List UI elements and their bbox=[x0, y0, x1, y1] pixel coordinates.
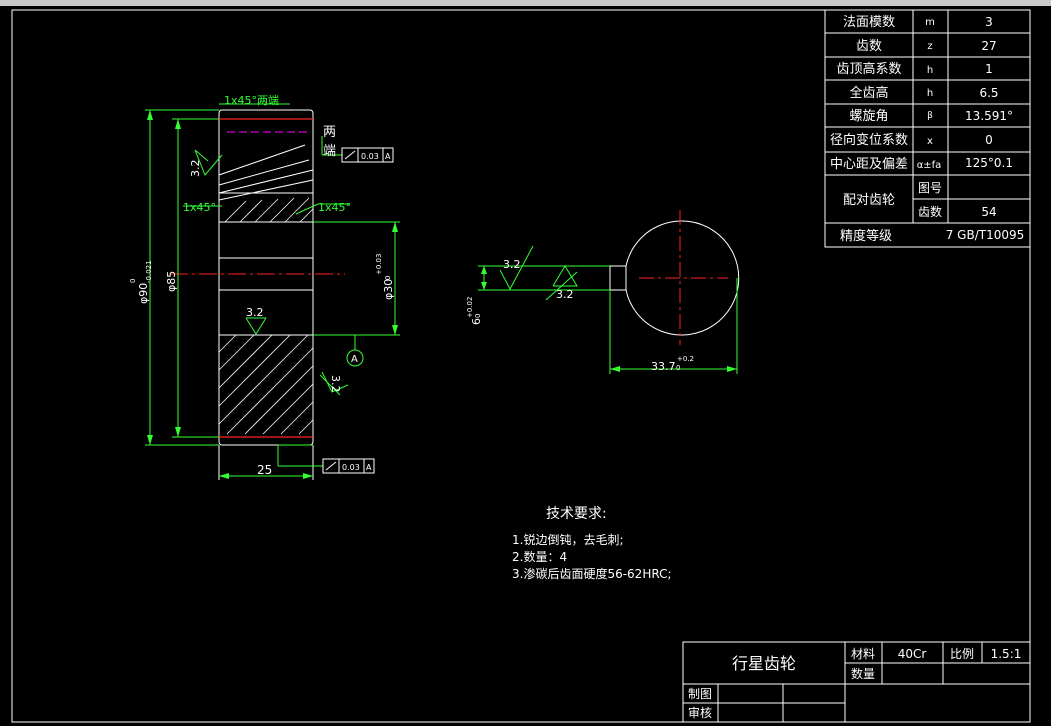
param-row-1: 齿数 z 27 bbox=[856, 39, 997, 54]
param-name: 齿顶高系数 bbox=[836, 61, 901, 77]
dimension-arrows bbox=[147, 110, 398, 479]
param-name: 径向变位系数 bbox=[830, 132, 908, 148]
dim-width: 25 bbox=[257, 463, 272, 477]
chamfer-right-label: 1x45° bbox=[318, 201, 351, 214]
accuracy-label: 精度等级 bbox=[840, 228, 892, 244]
param-symbol: m bbox=[925, 17, 935, 28]
checked-by-label: 审核 bbox=[688, 705, 712, 720]
requirements-title: 技术要求: bbox=[546, 506, 607, 522]
roughness-value: 3.2 bbox=[246, 306, 264, 319]
datum-a-label: A bbox=[351, 354, 358, 365]
param-symbol: β bbox=[927, 111, 933, 121]
param-name: 全齿高 bbox=[849, 85, 888, 101]
roughness-value: 3.2 bbox=[556, 288, 574, 301]
requirement-item: 3.渗碳后齿面硬度56-62HRC; bbox=[512, 566, 672, 581]
param-row-0: 法面模数 m 3 bbox=[843, 15, 993, 30]
param-name: 螺旋角 bbox=[849, 109, 888, 124]
section-hatch-upper bbox=[224, 197, 314, 223]
quantity-label: 数量 bbox=[851, 666, 875, 681]
runout-datum: A bbox=[385, 152, 391, 161]
hub-keyway-view bbox=[478, 210, 740, 374]
param-row-5: 径向变位系数 x 0 bbox=[830, 132, 993, 148]
keyway-depth: 33.7 bbox=[651, 360, 676, 373]
keyway-width-tol0: 0 bbox=[474, 314, 482, 318]
roughness-symbols bbox=[194, 149, 349, 396]
helix-lines bbox=[218, 144, 314, 201]
gear-outline bbox=[218, 109, 314, 480]
both-ends-label-1: 两 bbox=[323, 125, 336, 140]
param-row-2: 齿顶高系数 h 1 bbox=[836, 61, 992, 77]
dim-d90-tol-upper: 0 bbox=[129, 279, 137, 283]
roughness-value: 3.2 bbox=[329, 375, 342, 393]
both-ends-label-2: 端 bbox=[323, 144, 336, 159]
mate-row-name: 齿数 bbox=[918, 204, 942, 219]
accuracy-value: 7 GB/T10095 bbox=[946, 228, 1025, 242]
param-symbol: α±fa bbox=[917, 160, 942, 171]
drawing-svg: 法面模数 m 3 齿数 z 27 齿顶高系数 h 1 全齿高 h 6.5 螺旋角… bbox=[11, 9, 1031, 723]
param-value: 1 bbox=[985, 62, 993, 76]
keyway-width-tol: +0.02 bbox=[466, 297, 474, 318]
runout-tolerance: 0.03 bbox=[342, 463, 360, 472]
param-value: 13.591° bbox=[965, 109, 1013, 123]
requirement-item: 1.锐边倒钝，去毛刺; bbox=[512, 533, 624, 547]
dim-d90-tol-lower: -0.021 bbox=[145, 260, 153, 283]
chamfer-top-label: 1x45°两端 bbox=[224, 94, 279, 107]
keyway-depth-tol0: 0 bbox=[676, 364, 680, 372]
param-name: 齿数 bbox=[856, 39, 882, 54]
section-hatch-lower bbox=[218, 334, 314, 435]
param-symbol: h bbox=[927, 88, 933, 99]
mate-row-name: 图号 bbox=[918, 181, 942, 195]
keyway-arrows bbox=[481, 266, 737, 372]
param-name: 法面模数 bbox=[843, 15, 895, 30]
param-row-3: 全齿高 h 6.5 bbox=[849, 85, 998, 101]
scale-label: 比例 bbox=[950, 647, 974, 661]
param-value: 125°0.1 bbox=[965, 156, 1013, 170]
param-symbol: h bbox=[927, 65, 933, 76]
runout-datum: A bbox=[366, 463, 372, 472]
param-value: 6.5 bbox=[979, 86, 998, 100]
material-label: 材料 bbox=[851, 647, 875, 661]
keyway-depth-tol: +0.2 bbox=[677, 355, 694, 363]
runout-frames bbox=[322, 147, 394, 474]
roughness-value: 3.2 bbox=[189, 160, 202, 178]
param-value: 3 bbox=[985, 15, 993, 29]
dim-d30-tol-upper: +0.03 bbox=[375, 254, 383, 275]
mate-gear-label: 配对齿轮 bbox=[843, 193, 895, 208]
keyway-width: 6 bbox=[470, 318, 483, 325]
drawn-by-label: 制图 bbox=[688, 687, 712, 701]
roughness-value: 3.2 bbox=[503, 258, 521, 271]
param-value: 0 bbox=[985, 133, 993, 147]
param-value: 27 bbox=[981, 39, 996, 53]
param-row-4: 螺旋角 β 13.591° bbox=[849, 109, 1013, 124]
dim-d90: φ90 bbox=[137, 283, 150, 304]
requirement-item: 2.数量：4 bbox=[512, 549, 567, 564]
scale-value: 1.5:1 bbox=[991, 647, 1022, 661]
cad-drawing-canvas: 法面模数 m 3 齿数 z 27 齿顶高系数 h 1 全齿高 h 6.5 螺旋角… bbox=[0, 0, 1051, 726]
param-symbol: z bbox=[927, 41, 932, 52]
mate-row-value: 54 bbox=[981, 205, 996, 219]
dim-d30: φ30 bbox=[382, 279, 395, 300]
dim-d85: φ85 bbox=[165, 271, 178, 292]
param-name: 中心距及偏差 bbox=[830, 157, 908, 172]
runout-tolerance: 0.03 bbox=[361, 152, 379, 161]
param-row-6: 中心距及偏差 α±fa 125°0.1 bbox=[830, 156, 1013, 172]
param-symbol: x bbox=[927, 136, 933, 147]
part-name: 行星齿轮 bbox=[732, 654, 796, 673]
material-value: 40Cr bbox=[898, 647, 927, 661]
chamfer-left-label: 1x45° bbox=[183, 201, 216, 214]
dim-d30-tol-lower: 0 bbox=[384, 276, 392, 280]
